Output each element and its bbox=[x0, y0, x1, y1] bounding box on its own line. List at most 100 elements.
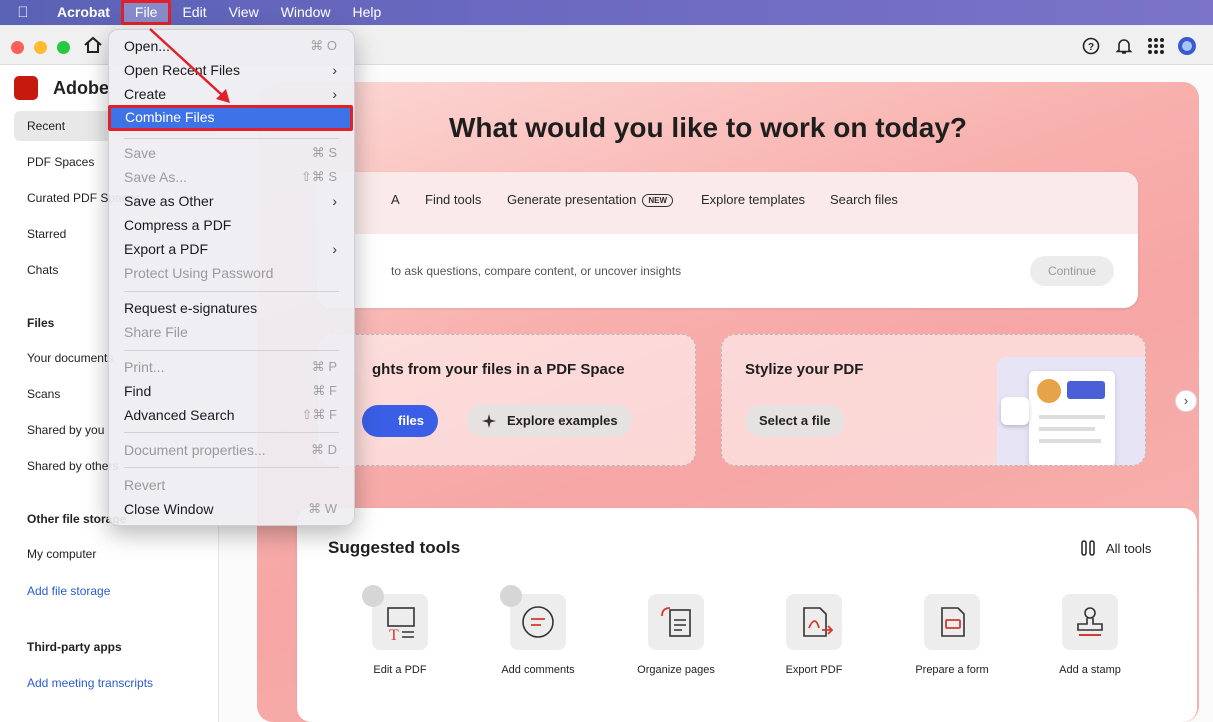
stylize-pdf-title: Stylize your PDF bbox=[745, 361, 864, 378]
menu-item-print[interactable]: Print... ⌘ P bbox=[116, 355, 347, 379]
menu-item-compress[interactable]: Compress a PDF bbox=[116, 213, 347, 237]
bell-icon[interactable] bbox=[1114, 36, 1134, 56]
shortcut: ⌘ D bbox=[311, 442, 337, 457]
tool-label: Export PDF bbox=[785, 664, 843, 676]
menu-view[interactable]: View bbox=[218, 0, 270, 25]
add-file-storage-link[interactable]: Add file storage bbox=[27, 584, 110, 598]
select-file-button[interactable]: Select a file bbox=[745, 405, 845, 437]
menu-item-open-recent[interactable]: Open Recent Files › bbox=[116, 58, 347, 82]
tab-explore-templates[interactable]: Explore templates bbox=[701, 192, 805, 207]
organize-pages-icon bbox=[648, 594, 704, 650]
brand-name: Adobe bbox=[53, 78, 109, 98]
explore-examples-label: Explore examples bbox=[507, 413, 618, 428]
menu-separator bbox=[124, 350, 339, 351]
menu-window[interactable]: Window bbox=[270, 0, 342, 25]
user-avatar-icon[interactable] bbox=[1177, 36, 1197, 56]
chevron-right-icon: › bbox=[332, 86, 337, 102]
menu-separator bbox=[124, 432, 339, 433]
menu-item-create-label: Create bbox=[124, 86, 167, 102]
add-meeting-transcripts-link[interactable]: Add meeting transcripts bbox=[27, 676, 153, 690]
prompt-placeholder[interactable]: to ask questions, compare content, or un… bbox=[391, 264, 681, 278]
home-icon[interactable] bbox=[82, 35, 104, 55]
menu-item-save-as-other-label: Save as Other bbox=[124, 193, 214, 209]
menu-item-save-as-other[interactable]: Save as Other › bbox=[116, 189, 347, 213]
menu-acrobat[interactable]: Acrobat bbox=[46, 0, 121, 25]
tool-label: Add a stamp bbox=[1059, 664, 1121, 676]
avatar-illustration bbox=[1037, 379, 1061, 403]
sidebar-item-my-computer[interactable]: My computer bbox=[14, 539, 214, 569]
carousel-next-button[interactable]: › bbox=[1175, 390, 1197, 412]
menu-item-save-as-label: Save As... bbox=[124, 169, 188, 185]
close-window-button[interactable] bbox=[11, 41, 24, 54]
prompt-tabs: A Find tools Generate presentation NEW Ex… bbox=[317, 172, 1138, 234]
hero-panel: What would you like to work on today? A … bbox=[257, 82, 1199, 722]
menu-file[interactable]: File bbox=[120, 0, 172, 25]
continue-button[interactable]: Continue bbox=[1030, 256, 1114, 286]
acrobat-logo-icon bbox=[14, 76, 38, 100]
tool-label: Add comments bbox=[501, 664, 575, 676]
svg-text:T: T bbox=[389, 627, 399, 644]
menu-item-close-window[interactable]: Close Window ⌘ W bbox=[116, 497, 347, 521]
menu-item-advanced-search[interactable]: Advanced Search ⇧⌘ F bbox=[116, 403, 347, 427]
export-pdf-icon bbox=[786, 594, 842, 650]
menu-item-document-properties-label: Document properties... bbox=[124, 442, 266, 458]
menu-item-open[interactable]: Open... ⌘ O bbox=[116, 34, 347, 58]
tool-edit-pdf[interactable]: T Edit a PDF bbox=[345, 585, 455, 694]
pdf-space-card-title: ghts from your files in a PDF Space bbox=[372, 361, 625, 378]
sidebar-heading-files: Files bbox=[27, 316, 55, 330]
sparkle-icon bbox=[482, 414, 496, 428]
tool-label: Edit a PDF bbox=[373, 664, 427, 676]
mac-menu-bar:  Acrobat File Edit View Window Help bbox=[0, 0, 1213, 25]
menu-item-document-properties[interactable]: Document properties... ⌘ D bbox=[116, 438, 347, 462]
menu-help[interactable]: Help bbox=[341, 0, 392, 25]
menu-item-save-as[interactable]: Save As... ⇧⌘ S bbox=[116, 165, 347, 189]
apple-icon[interactable]:  bbox=[0, 4, 46, 21]
tools-icon bbox=[1081, 540, 1095, 556]
zoom-window-button[interactable] bbox=[57, 41, 70, 54]
tab-ai-assistant[interactable]: A bbox=[391, 192, 400, 207]
tool-add-comments[interactable]: Add comments bbox=[483, 585, 593, 694]
menu-separator bbox=[124, 138, 339, 139]
tool-export-pdf[interactable]: Export PDF bbox=[759, 594, 869, 694]
shortcut: ⇧⌘ S bbox=[300, 169, 337, 184]
tool-prepare-form[interactable]: Prepare a form bbox=[897, 594, 1007, 694]
tool-organize-pages[interactable]: Organize pages bbox=[621, 594, 731, 694]
explore-examples-button[interactable]: Explore examples bbox=[467, 405, 632, 437]
menu-item-create[interactable]: Create › bbox=[116, 82, 347, 106]
menu-item-save-label: Save bbox=[124, 145, 156, 161]
chevron-right-icon: › bbox=[332, 193, 337, 209]
text-line-illustration bbox=[1039, 415, 1105, 419]
shortcut: ⌘ W bbox=[308, 501, 337, 516]
menu-item-combine-files[interactable]: Combine Files bbox=[108, 105, 353, 131]
menu-edit[interactable]: Edit bbox=[171, 0, 217, 25]
menu-item-revert[interactable]: Revert bbox=[116, 473, 347, 497]
menu-item-request-signatures[interactable]: Request e-signatures bbox=[116, 296, 347, 320]
shortcut: ⌘ S bbox=[311, 145, 337, 160]
tab-find-tools[interactable]: Find tools bbox=[425, 192, 481, 207]
apps-grid-icon[interactable] bbox=[1146, 36, 1166, 56]
pdf-space-card: ghts from your files in a PDF Space file… bbox=[317, 334, 696, 466]
menu-item-open-recent-label: Open Recent Files bbox=[124, 62, 240, 78]
tab-search-files[interactable]: Search files bbox=[830, 192, 898, 207]
menu-item-save[interactable]: Save ⌘ S bbox=[116, 141, 347, 165]
menu-item-export[interactable]: Export a PDF › bbox=[116, 237, 347, 261]
text-line-illustration bbox=[1039, 439, 1101, 443]
brush-icon bbox=[1001, 397, 1029, 425]
all-tools-link[interactable]: All tools bbox=[1081, 540, 1151, 556]
tab-generate-presentation[interactable]: Generate presentation NEW bbox=[507, 192, 674, 207]
minimize-window-button[interactable] bbox=[34, 41, 47, 54]
add-files-button[interactable]: files bbox=[362, 405, 439, 437]
shortcut: ⇧⌘ F bbox=[301, 407, 337, 422]
tool-label: Prepare a form bbox=[915, 664, 989, 676]
menu-item-protect[interactable]: Protect Using Password bbox=[116, 261, 347, 285]
stamp-icon bbox=[1062, 594, 1118, 650]
tool-add-stamp[interactable]: Add a stamp bbox=[1035, 594, 1145, 694]
help-icon[interactable]: ? bbox=[1081, 36, 1101, 56]
prepare-form-icon bbox=[924, 594, 980, 650]
chevron-right-icon: › bbox=[332, 241, 337, 257]
tab-generate-presentation-label: Generate presentation bbox=[507, 192, 637, 207]
chevron-right-icon: › bbox=[332, 62, 337, 78]
menu-item-share[interactable]: Share File bbox=[116, 320, 347, 344]
menu-item-close-window-label: Close Window bbox=[124, 501, 214, 517]
menu-item-find[interactable]: Find ⌘ F bbox=[116, 379, 347, 403]
